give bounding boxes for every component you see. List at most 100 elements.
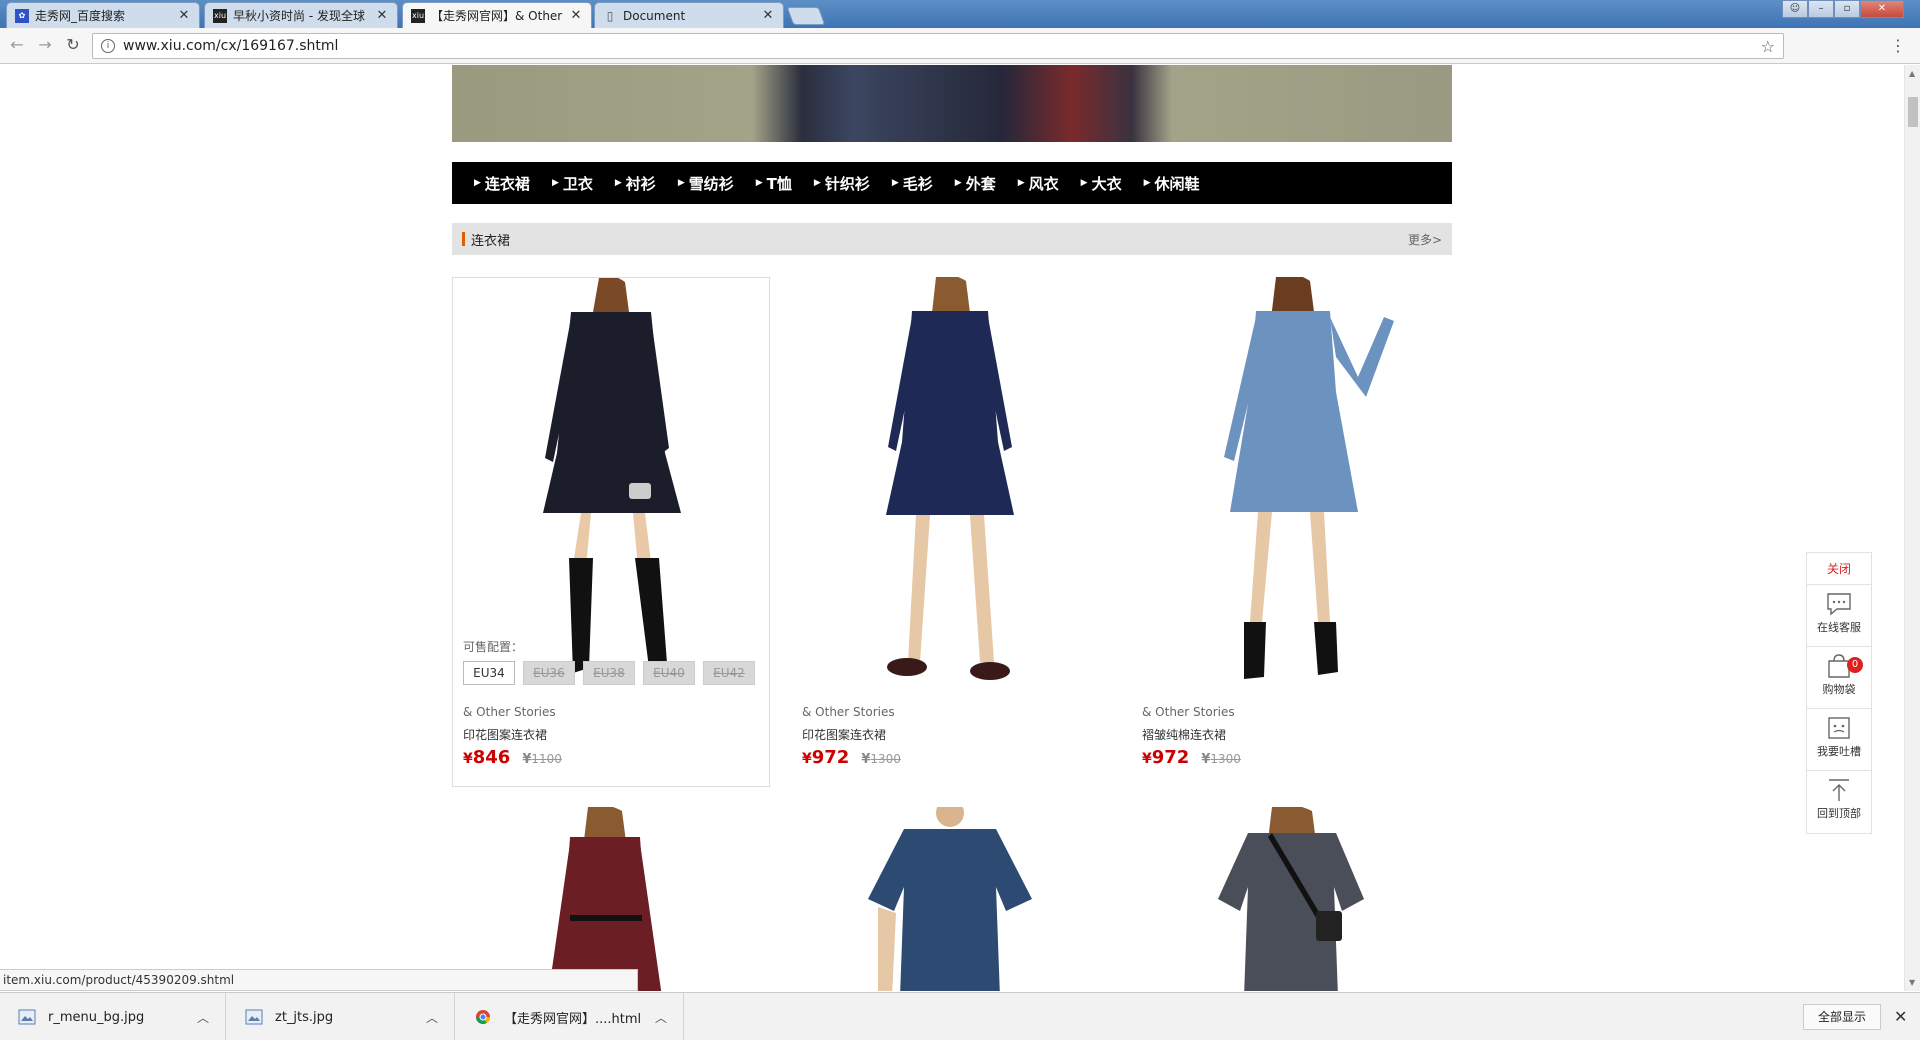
scroll-thumb[interactable] (1908, 97, 1918, 127)
show-all-downloads-button[interactable]: 全部显示 (1803, 1004, 1882, 1030)
currency-symbol: ¥ (1142, 751, 1152, 767)
window-close-button[interactable]: ✕ (1860, 0, 1904, 18)
feedback-face-icon (1828, 717, 1850, 739)
chevron-up-icon[interactable]: ︿ (655, 1009, 667, 1026)
product-name[interactable]: 印花图案连衣裙 (802, 723, 1102, 747)
menu-kebab-icon[interactable]: ⋮ (1890, 36, 1906, 55)
new-tab-button[interactable] (786, 7, 826, 25)
tab-xiu-fashion[interactable]: xiu 早秋小资时尚 - 发现全球 ✕ (204, 2, 398, 28)
category-link[interactable]: ▶ 连衣裙 (474, 173, 530, 194)
download-filename[interactable]: zt_jts.jpg (275, 1010, 426, 1025)
url-text[interactable]: www.xiu.com/cx/169167.shtml (123, 38, 1761, 54)
tab-baidu-search[interactable]: ✿ 走秀网_百度搜索 ✕ (6, 2, 200, 28)
category-link[interactable]: ▶ 针织衫 (814, 173, 870, 194)
caret-right-icon: ▶ (755, 178, 763, 188)
close-icon[interactable]: ✕ (761, 8, 775, 23)
product-card[interactable]: 可售配置： EU34 EU36 EU38 EU40 EU42 & Other S… (452, 277, 770, 787)
shopping-bag-button[interactable]: 0 购物袋 (1807, 653, 1871, 709)
chrome-icon (476, 1010, 490, 1024)
category-link[interactable]: ▶ 大衣 (1081, 173, 1122, 194)
category-link[interactable]: ▶ 衬衫 (615, 173, 656, 194)
reload-icon[interactable]: ↻ (64, 36, 82, 54)
size-option[interactable]: EU34 (463, 661, 515, 685)
product-image[interactable] (1132, 277, 1448, 692)
info-icon[interactable]: i (101, 39, 115, 53)
product-image[interactable] (792, 277, 1108, 692)
close-icon[interactable]: ✕ (1894, 1007, 1907, 1026)
user-icon[interactable]: ☺ (1782, 0, 1808, 18)
product-image[interactable] (792, 807, 1108, 991)
sale-price: 972 (811, 747, 850, 768)
xiu-icon: xiu (411, 8, 425, 23)
category-link[interactable]: ▶ 雪纺衫 (678, 173, 734, 194)
category-link[interactable]: ▶ 卫衣 (552, 173, 593, 194)
category-label: 大衣 (1091, 174, 1122, 193)
bookmark-star-icon[interactable]: ☆ (1761, 37, 1775, 56)
product-image[interactable] (453, 278, 769, 693)
category-label: 风衣 (1028, 174, 1059, 193)
category-link[interactable]: ▶ 休闲鞋 (1144, 173, 1200, 194)
product-brand[interactable]: & Other Stories (1142, 701, 1442, 723)
side-panel-close-button[interactable]: 关闭 (1807, 553, 1871, 585)
product-brand[interactable]: & Other Stories (802, 701, 1102, 723)
category-link[interactable]: ▶ 外套 (955, 173, 996, 194)
product-image[interactable] (452, 807, 768, 991)
product-name[interactable]: 印花图案连衣裙 (463, 723, 763, 747)
size-option-disabled: EU38 (583, 661, 635, 685)
tab-title: 【走秀网官网】& Other (431, 9, 563, 23)
tab-document[interactable]: ▯ Document ✕ (594, 2, 784, 28)
forward-icon[interactable]: → (36, 36, 54, 54)
close-icon[interactable]: ✕ (375, 8, 389, 23)
maximize-button[interactable]: ▫ (1834, 0, 1860, 18)
chevron-up-icon[interactable]: ︿ (197, 1009, 209, 1026)
currency-symbol: ¥ (522, 752, 532, 767)
sale-price: 972 (1151, 747, 1190, 768)
close-icon[interactable]: ✕ (177, 8, 191, 23)
original-price: 1300 (1210, 752, 1241, 766)
tab-title: 早秋小资时尚 - 发现全球 (233, 9, 365, 23)
product-info: & Other Stories 印花图案连衣裙 ¥ 972 ¥ 1300 (802, 701, 1102, 773)
currency-symbol: ¥ (861, 752, 871, 767)
download-item[interactable]: r_menu_bg.jpg ︿ (0, 993, 226, 1040)
close-icon[interactable]: ✕ (569, 8, 583, 23)
caret-right-icon: ▶ (954, 178, 962, 188)
category-link[interactable]: ▶ T恤 (756, 173, 792, 194)
product-name[interactable]: 褶皱纯棉连衣裙 (1142, 723, 1442, 747)
category-label: T恤 (766, 174, 792, 193)
back-to-top-button[interactable]: 回到顶部 (1807, 777, 1871, 833)
original-price: 1100 (531, 752, 562, 766)
promo-banner-image[interactable] (452, 65, 1452, 142)
scroll-up-icon[interactable]: ▲ (1909, 69, 1915, 78)
tab-title: Document (623, 8, 686, 23)
product-image[interactable] (1132, 807, 1448, 991)
sale-price: 846 (472, 747, 511, 768)
minimize-button[interactable]: – (1808, 0, 1834, 18)
category-label: 针织衫 (824, 174, 870, 193)
download-filename[interactable]: 【走秀网官网】....html (504, 1008, 655, 1027)
download-item[interactable]: 【走秀网官网】....html ︿ (456, 993, 684, 1040)
product-brand[interactable]: & Other Stories (463, 701, 763, 723)
more-link[interactable]: 更多> (1408, 231, 1442, 248)
category-link[interactable]: ▶ 风衣 (1018, 173, 1059, 194)
size-selector: 可售配置： EU34 EU36 EU38 EU40 EU42 (463, 638, 763, 685)
online-service-button[interactable]: 在线客服 (1807, 591, 1871, 647)
chevron-up-icon[interactable]: ︿ (426, 1009, 438, 1026)
tab-strip: ✿ 走秀网_百度搜索 ✕ xiu 早秋小资时尚 - 发现全球 ✕ xiu 【走秀… (0, 0, 1920, 28)
product-card[interactable]: & Other Stories 印花图案连衣裙 ¥ 972 ¥ 1300 (792, 277, 1110, 787)
page-viewport: ▶ 连衣裙 ▶ 卫衣 ▶ 衬衫 ▶ 雪纺衫 ▶ T恤 ▶ 针织衫 ▶ 毛衫 ▶ 外套 ▶ 风衣 ▶ 大衣 ▶ 休闲鞋 连衣… (0, 65, 1904, 991)
page-scrollbar[interactable]: ▲ ▼ (1904, 65, 1920, 991)
download-item[interactable]: zt_jts.jpg ︿ (227, 993, 455, 1040)
caret-right-icon: ▶ (891, 178, 899, 188)
product-card[interactable]: & Other Stories 褶皱纯棉连衣裙 ¥ 972 ¥ 1300 (1132, 277, 1450, 787)
feedback-button[interactable]: 我要吐槽 (1807, 715, 1871, 771)
back-icon[interactable]: ← (8, 36, 26, 54)
side-panel-label: 回到顶部 (1817, 807, 1861, 820)
address-bar[interactable]: i www.xiu.com/cx/169167.shtml ☆ (92, 33, 1784, 59)
caret-right-icon: ▶ (614, 178, 622, 188)
currency-symbol: ¥ (1201, 752, 1211, 767)
scroll-down-icon[interactable]: ▼ (1909, 978, 1915, 987)
download-filename[interactable]: r_menu_bg.jpg (48, 1010, 197, 1025)
category-link[interactable]: ▶ 毛衫 (892, 173, 933, 194)
tab-xiu-official[interactable]: xiu 【走秀网官网】& Other ✕ (402, 2, 592, 28)
category-label: 卫衣 (562, 174, 593, 193)
